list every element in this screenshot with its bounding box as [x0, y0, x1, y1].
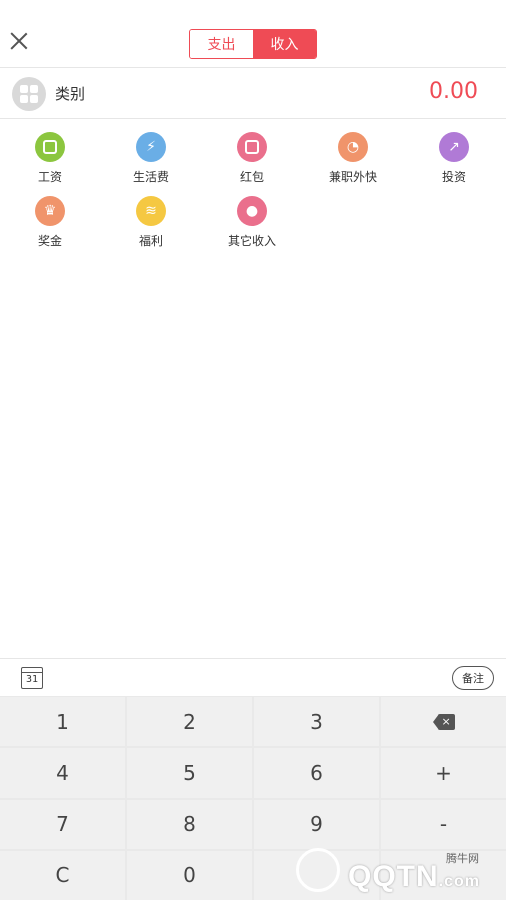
category-item-other-income[interactable]: ● 其它收入 — [202, 192, 302, 254]
calendar-day: 31 — [25, 674, 39, 685]
top-bar: 支出 收入 — [0, 0, 506, 68]
key-5[interactable]: 5 — [127, 748, 252, 798]
watermark-brand: QQTN.com — [348, 860, 481, 893]
note-button[interactable]: 备注 — [452, 666, 494, 690]
welfare-icon: ≋ — [136, 196, 166, 226]
living-expense-icon: ⚡ — [136, 132, 166, 162]
category-item-label: 红包 — [239, 170, 264, 184]
key-0[interactable]: 0 — [127, 850, 252, 900]
category-item-investment[interactable]: ↗ 投资 — [404, 128, 504, 190]
category-item-welfare[interactable]: ≋ 福利 — [101, 192, 201, 254]
backspace-icon: × — [432, 713, 455, 730]
category-item-salary[interactable]: 工资 — [0, 128, 100, 190]
red-envelope-icon — [237, 132, 267, 162]
calendar-icon[interactable]: 31 — [21, 667, 43, 689]
category-grid-icon — [12, 77, 46, 111]
input-toolbar: 31 备注 — [0, 658, 506, 696]
category-row[interactable]: 类别 0.00 — [0, 69, 506, 119]
key-1[interactable]: 1 — [0, 697, 125, 747]
key-6[interactable]: 6 — [254, 748, 379, 798]
category-item-label: 工资 — [37, 170, 62, 184]
part-time-icon: ◔ — [338, 132, 368, 162]
category-item-label: 投资 — [441, 170, 466, 184]
category-item-part-time[interactable]: ◔ 兼职外快 — [303, 128, 403, 190]
investment-icon: ↗ — [439, 132, 469, 162]
category-item-bonus[interactable]: ♛ 奖金 — [0, 192, 100, 254]
expense-income-toggle: 支出 收入 — [189, 29, 317, 59]
salary-icon — [35, 132, 65, 162]
category-item-label: 其它收入 — [227, 234, 276, 248]
key-3[interactable]: 3 — [254, 697, 379, 747]
category-label: 类别 — [55, 85, 86, 103]
tab-expense[interactable]: 支出 — [190, 30, 253, 58]
category-item-red-envelope[interactable]: 红包 — [202, 128, 302, 190]
key-clear[interactable]: C — [0, 850, 125, 900]
key-4[interactable]: 4 — [0, 748, 125, 798]
category-item-label: 生活费 — [132, 170, 169, 184]
tab-income[interactable]: 收入 — [253, 30, 316, 58]
key-plus[interactable]: + — [381, 748, 506, 798]
watermark-logo-icon — [296, 848, 340, 892]
category-item-label: 福利 — [138, 234, 163, 248]
watermark: 腾牛网 QQTN.com — [296, 842, 506, 900]
other-income-icon: ● — [237, 196, 267, 226]
key-7[interactable]: 7 — [0, 799, 125, 849]
category-item-living-expense[interactable]: ⚡ 生活费 — [101, 128, 201, 190]
key-8[interactable]: 8 — [127, 799, 252, 849]
bonus-icon: ♛ — [35, 196, 65, 226]
category-item-label: 兼职外快 — [328, 170, 377, 184]
category-item-label: 奖金 — [37, 234, 62, 248]
amount-display: 0.00 — [429, 79, 478, 104]
key-backspace[interactable]: × — [381, 697, 506, 747]
key-2[interactable]: 2 — [127, 697, 252, 747]
close-icon[interactable] — [10, 32, 28, 50]
